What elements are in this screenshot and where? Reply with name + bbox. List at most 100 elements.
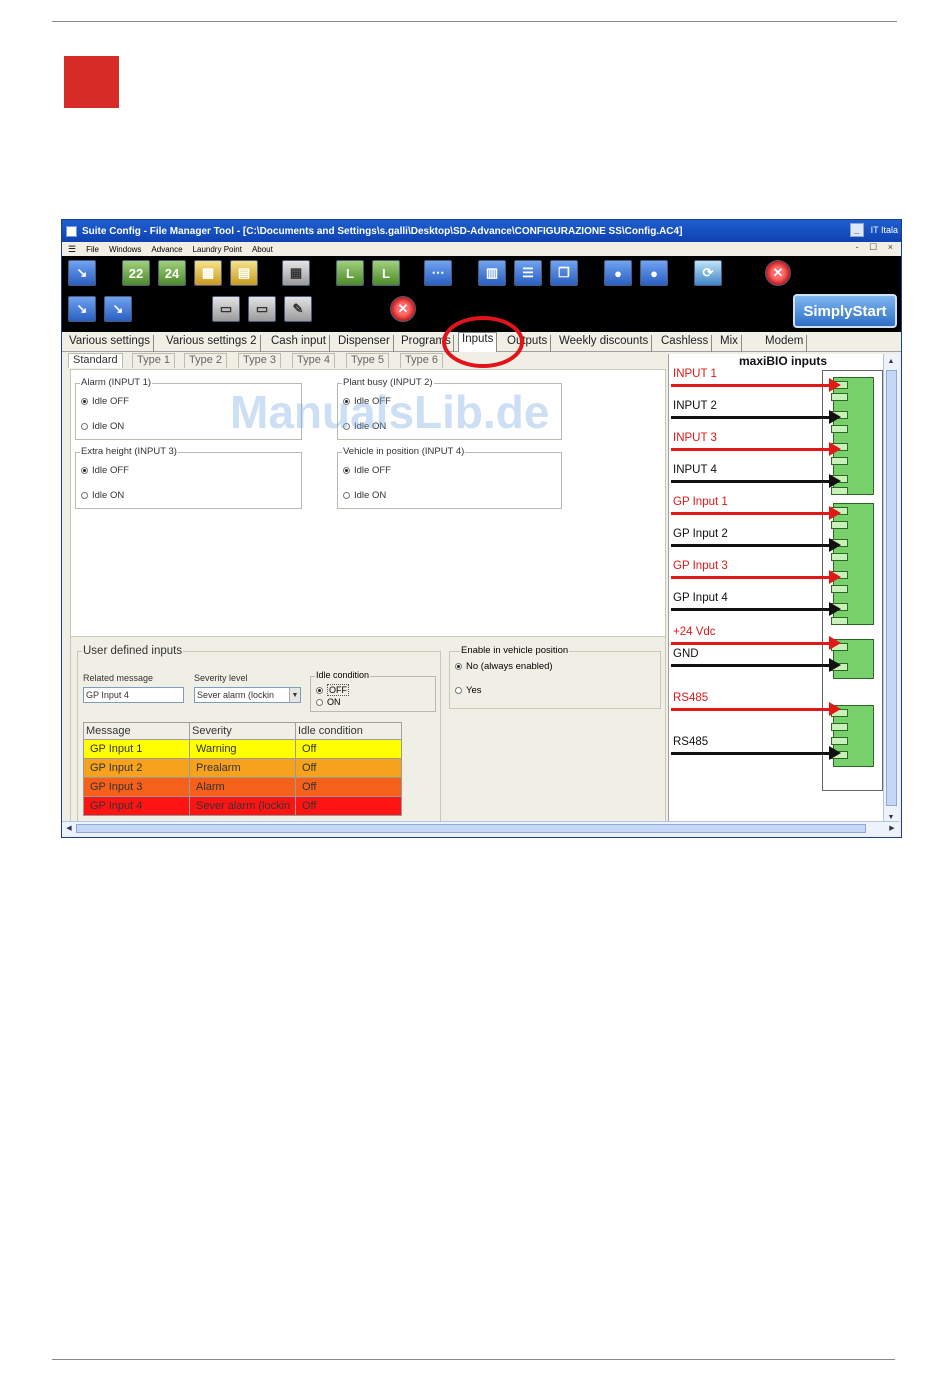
tool-icon-save[interactable]: ▭	[212, 296, 240, 322]
window-titlebar: Suite Config - File Manager Tool - [C:\D…	[62, 220, 901, 242]
extra-height-group: Extra height (INPUT 3) Idle OFF Idle ON	[75, 446, 302, 509]
alarm-idle-on[interactable]: Idle ON	[81, 421, 124, 432]
subtab-standard[interactable]: Standard	[68, 353, 123, 368]
column-header-message[interactable]: Message	[83, 722, 190, 740]
table-row[interactable]: GP Input 2 Prealarm Off	[83, 758, 402, 778]
tool-icon-lau2[interactable]: L	[372, 260, 400, 286]
radio-icon[interactable]	[81, 492, 88, 499]
mdi-window-controls[interactable]: - ☐ ×	[856, 242, 897, 253]
subtab-type-1[interactable]: Type 1	[132, 353, 176, 368]
tool-icon-3[interactable]: ↘	[104, 296, 132, 322]
column-header-severity[interactable]: Severity	[189, 722, 296, 740]
tool-icon-1[interactable]: ↘	[68, 260, 96, 286]
vehicle-idle-on[interactable]: Idle ON	[343, 490, 386, 501]
menu-windows[interactable]: Windows	[109, 245, 141, 254]
subtab-type-4[interactable]: Type 4	[292, 353, 336, 368]
group-title: Enable in vehicle position	[460, 645, 570, 656]
minimize-button[interactable]: _	[849, 223, 864, 237]
radio-icon[interactable]	[81, 423, 88, 430]
menu-advance[interactable]: Advance	[151, 245, 182, 254]
scroll-right-icon[interactable]: ▶	[886, 822, 898, 834]
tool-icon-split-vertical[interactable]: ▥	[478, 260, 506, 286]
menu-laundry-point[interactable]: Laundry Point	[193, 245, 242, 254]
idle-on-option[interactable]: ON	[316, 697, 341, 707]
idle-condition-label: Idle condition	[315, 670, 371, 680]
tool-icon-sync[interactable]: ⟳	[694, 260, 722, 286]
extra-height-idle-off[interactable]: Idle OFF	[81, 465, 129, 476]
tool-icon-tools[interactable]: ✎	[284, 296, 312, 322]
signal-label: INPUT 3	[673, 432, 717, 444]
extra-height-idle-on[interactable]: Idle ON	[81, 490, 124, 501]
yes-option[interactable]: Yes	[455, 685, 482, 696]
subtab-type-5[interactable]: Type 5	[346, 353, 390, 368]
column-header-idle-condition[interactable]: Idle condition	[295, 722, 402, 740]
subtab-type-3[interactable]: Type 3	[238, 353, 282, 368]
tool-icon-calculator[interactable]: ▦	[282, 260, 310, 286]
type-subtabs: Standard Type 1 Type 2 Type 3 Type 4 Typ…	[68, 352, 668, 368]
tool-icon-22v[interactable]: 22	[122, 260, 150, 286]
menu-file[interactable]: File	[86, 245, 99, 254]
related-message-field[interactable]: GP Input 4	[83, 687, 184, 703]
tool-icon-user[interactable]: ●	[604, 260, 632, 286]
subtab-type-6[interactable]: Type 6	[400, 353, 444, 368]
severity-level-select[interactable]: Sever alarm (lockin ▼	[194, 687, 301, 703]
tool-icon-save-as[interactable]: ▭	[248, 296, 276, 322]
subtab-type-2[interactable]: Type 2	[184, 353, 228, 368]
user-defined-inputs-title: User defined inputs	[82, 645, 184, 657]
severity-cell: Warning	[189, 739, 296, 759]
tab-cashless[interactable]: Cashless	[658, 335, 713, 352]
always-enabled-option[interactable]: No (always enabled)	[455, 661, 553, 672]
radio-label: OFF	[327, 684, 349, 696]
radio-icon[interactable]	[316, 686, 323, 694]
cancel-icon[interactable]: ✕	[390, 296, 416, 322]
tool-icon-lau[interactable]: L	[336, 260, 364, 286]
message-cell: GP Input 3	[83, 777, 190, 797]
simplystart-button[interactable]: SimplyStart	[793, 294, 897, 328]
scrollbar-thumb[interactable]	[76, 824, 866, 833]
idle-off-option[interactable]: OFF	[316, 684, 349, 696]
scrollbar-thumb[interactable]	[886, 370, 897, 806]
radio-icon[interactable]	[316, 698, 323, 706]
language-indicator[interactable]: IT Itala	[871, 225, 898, 235]
close-icon[interactable]: ✕	[765, 260, 791, 286]
tool-icon-cascade[interactable]: ❐	[550, 260, 578, 286]
tool-icon-folder[interactable]: ▤	[230, 260, 258, 286]
group-title: Extra height (INPUT 3)	[80, 446, 178, 457]
terminal-pin	[831, 521, 848, 529]
terminal-pin	[831, 457, 848, 465]
tab-modem[interactable]: Modem	[762, 335, 808, 352]
radio-icon[interactable]	[343, 467, 350, 474]
idle-condition-group: Idle condition OFF ON	[310, 670, 436, 712]
table-row[interactable]: GP Input 1 Warning Off	[83, 739, 402, 759]
tab-various-settings[interactable]: Various settings	[66, 335, 154, 352]
scroll-up-icon[interactable]: ▲	[885, 355, 897, 367]
radio-icon[interactable]	[81, 467, 88, 474]
tool-icon-2[interactable]: ↘	[68, 296, 96, 322]
tool-icon-user-edit[interactable]: ●	[640, 260, 668, 286]
alarm-idle-off[interactable]: Idle OFF	[81, 396, 129, 407]
menu-about[interactable]: About	[252, 245, 273, 254]
signal-label: RS485	[673, 736, 709, 748]
radio-icon[interactable]	[455, 687, 462, 694]
table-row[interactable]: GP Input 4 Sever alarm (lockin Off	[83, 796, 402, 816]
tool-icon-24v[interactable]: 24	[158, 260, 186, 286]
vertical-scrollbar[interactable]: ▲ ▼	[883, 354, 899, 824]
radio-icon[interactable]	[81, 398, 88, 405]
tab-dispenser[interactable]: Dispenser	[335, 335, 394, 352]
table-row[interactable]: GP Input 3 Alarm Off	[83, 777, 402, 797]
tool-icon-chart[interactable]: ▦	[194, 260, 222, 286]
tab-mix[interactable]: Mix	[717, 335, 742, 352]
horizontal-scrollbar[interactable]: ◀ ▶	[62, 821, 899, 835]
tab-cash-input[interactable]: Cash input	[268, 335, 330, 352]
tab-various-settings-2[interactable]: Various settings 2	[163, 335, 261, 352]
message-cell: GP Input 4	[83, 796, 190, 816]
tab-weekly-discounts[interactable]: Weekly discounts	[556, 335, 653, 352]
tool-icon-split-horizontal[interactable]: ☰	[514, 260, 542, 286]
scroll-left-icon[interactable]: ◀	[63, 822, 75, 834]
signal-arrow	[671, 570, 841, 584]
vehicle-idle-off[interactable]: Idle OFF	[343, 465, 391, 476]
tool-icon-network[interactable]: ⋯	[424, 260, 452, 286]
chevron-down-icon[interactable]: ▼	[289, 688, 300, 702]
radio-icon[interactable]	[343, 492, 350, 499]
radio-icon[interactable]	[455, 663, 462, 670]
